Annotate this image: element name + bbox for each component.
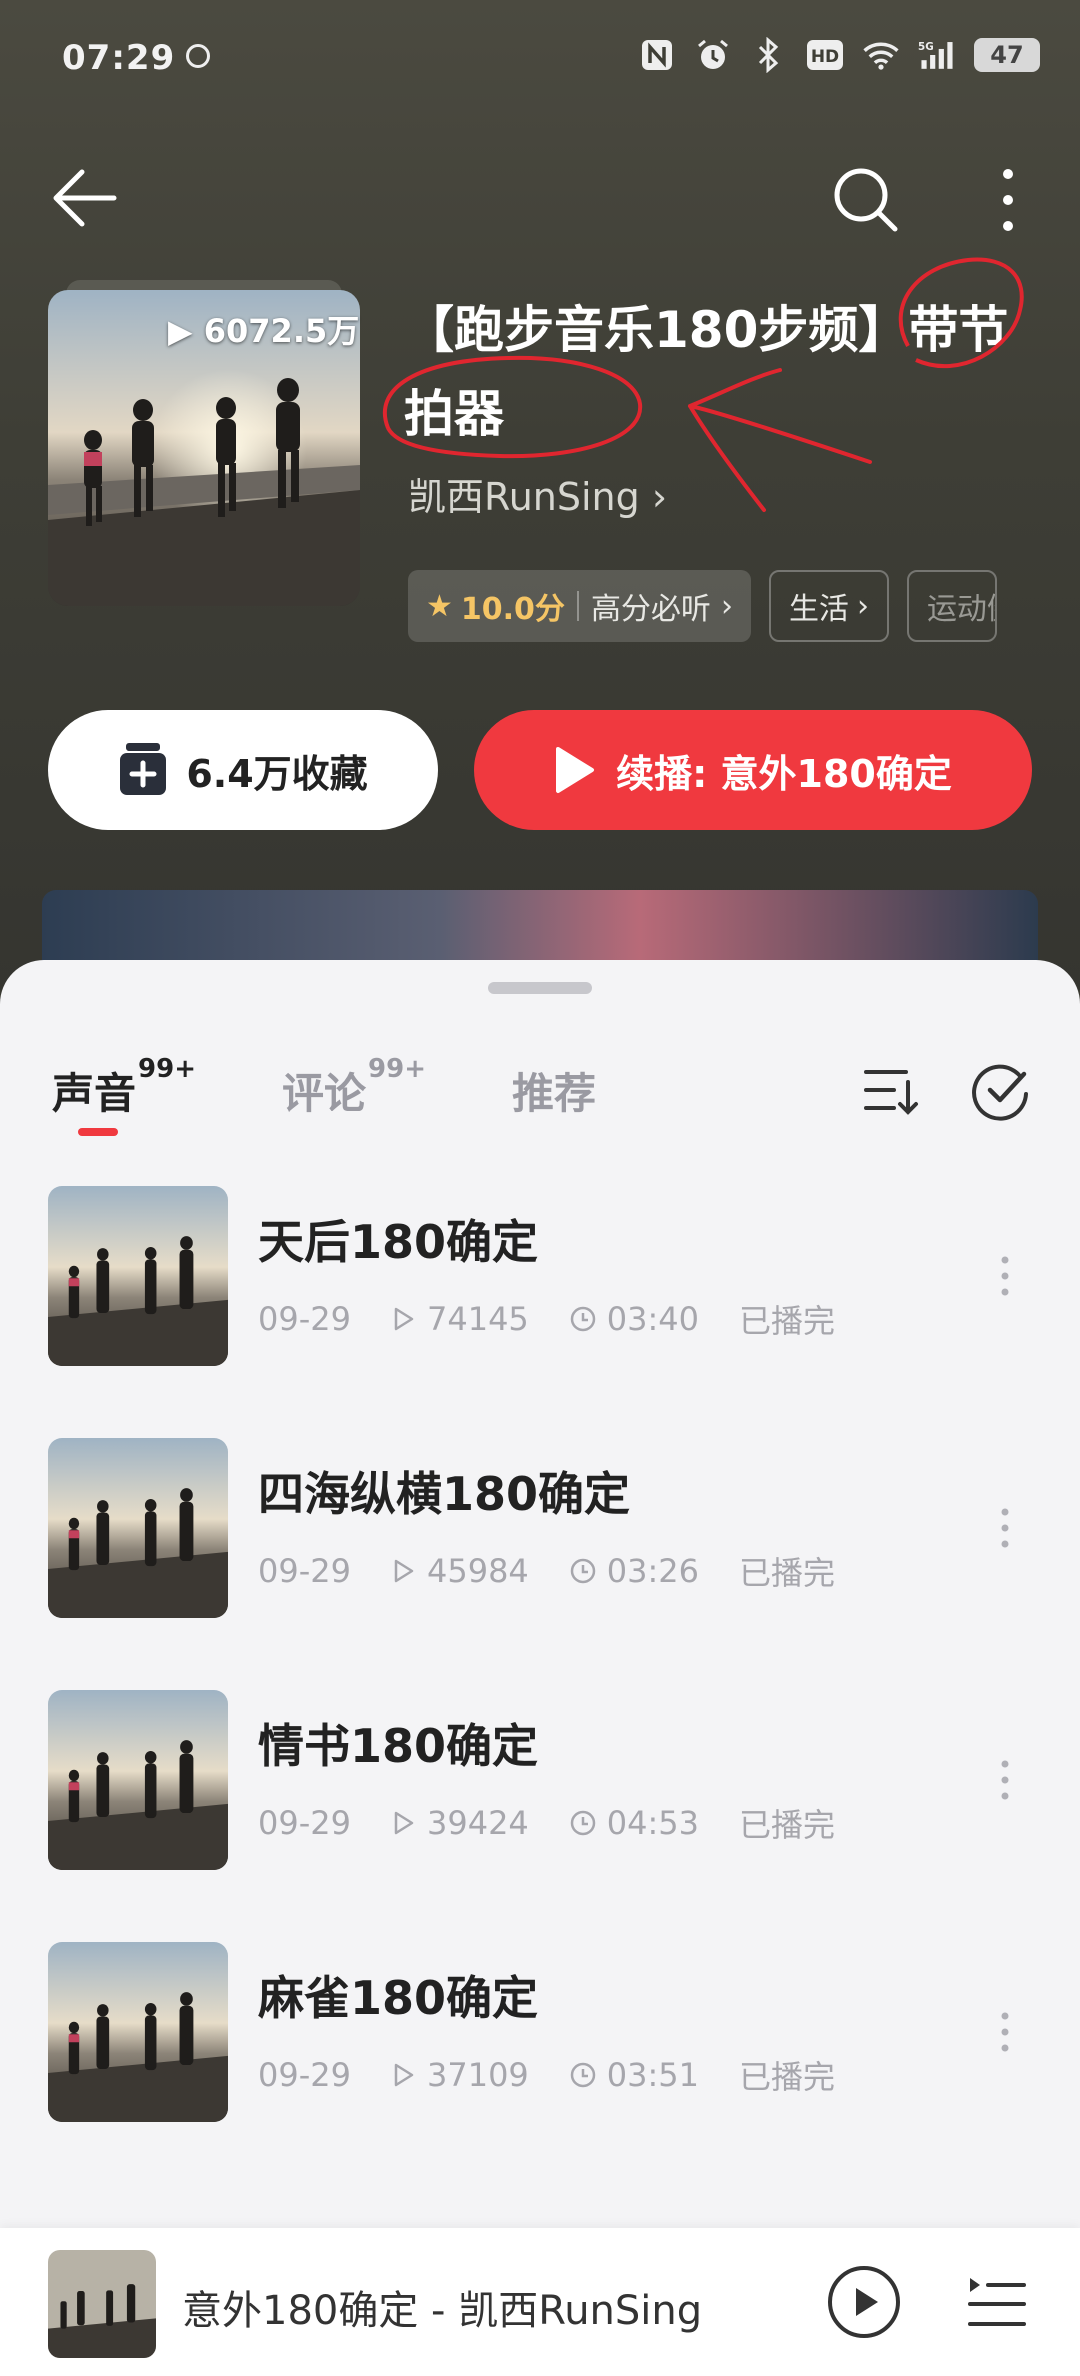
track-thumb (48, 1438, 228, 1618)
track-more-button[interactable] (990, 1498, 1020, 1558)
track-meta: 09-29 39424 04:53 已播完 (258, 1800, 835, 1846)
tab-badge: 99+ (138, 1054, 196, 1084)
runners-image (48, 1438, 228, 1618)
tab-label: 声音 (52, 1069, 137, 1118)
add-collection-icon (120, 743, 167, 795)
track-thumb (48, 1186, 228, 1366)
track-title: 麻雀180确定 (258, 1971, 539, 2025)
track-title: 四海纵横180确定 (258, 1467, 631, 1521)
track-more-button[interactable] (990, 2002, 1020, 2062)
track-title: 情书180确定 (258, 1719, 539, 1773)
clock-icon (570, 2062, 596, 2088)
play-count-icon (394, 1811, 414, 1835)
clock-icon (570, 1810, 596, 1836)
sort-icon (864, 1070, 918, 1115)
check-circle-icon (972, 1064, 1028, 1121)
playlist-button[interactable] (966, 2272, 1028, 2332)
track-duration: 03:40 (606, 1300, 699, 1338)
mini-player[interactable]: 意外180确定 - 凯西RunSing (0, 2228, 1080, 2376)
track-more-button[interactable] (990, 1750, 1020, 1810)
now-playing-thumb (48, 2250, 156, 2358)
play-count-icon (394, 1559, 414, 1583)
mini-play-button[interactable] (826, 2264, 902, 2340)
track-row[interactable]: 麻雀180确定 09-29 37109 03:51 已播完 (0, 1942, 1080, 2194)
clock-icon (570, 1558, 596, 1584)
track-sheet: 声音99+ 评论99+ 推荐 天后180确定 09-29 74145 03:40 已播完… (0, 960, 1080, 2376)
track-date: 09-29 (258, 2056, 351, 2094)
track-title: 天后180确定 (258, 1215, 539, 1269)
playlist-icon (968, 2278, 1026, 2326)
more-vertical-icon (1001, 1508, 1009, 1548)
track-plays: 45984 (426, 1552, 529, 1590)
tab-comments[interactable]: 评论99+ (282, 1054, 426, 1121)
track-row[interactable]: 情书180确定 09-29 39424 04:53 已播完 (0, 1690, 1080, 1942)
track-date: 09-29 (258, 1300, 351, 1338)
tab-sounds[interactable]: 声音99+ (52, 1054, 196, 1121)
runners-image (48, 1186, 228, 1366)
track-row[interactable]: 四海纵横180确定 09-29 45984 03:26 已播完 (0, 1438, 1080, 1690)
track-list: 天后180确定 09-29 74145 03:40 已播完 四海纵横180确定 09-29 4… (0, 1186, 1080, 2194)
play-count-icon (394, 2063, 414, 2087)
track-plays: 37109 (426, 2056, 529, 2094)
track-meta: 09-29 45984 03:26 已播完 (258, 1548, 835, 1594)
track-meta: 09-29 74145 03:40 已播完 (258, 1296, 835, 1342)
track-duration: 03:26 (606, 1552, 699, 1590)
tab-bar: 声音99+ 评论99+ 推荐 (0, 960, 1080, 1160)
clock-icon (570, 1306, 596, 1332)
tab-label: 推荐 (512, 1069, 597, 1118)
track-status: 已播完 (739, 1806, 836, 1844)
active-tab-indicator (78, 1128, 118, 1136)
now-playing-title: 意外180确定 - 凯西RunSing (182, 2288, 703, 2334)
more-vertical-icon (1001, 2012, 1009, 2052)
track-more-button[interactable] (990, 1246, 1020, 1306)
batch-select-button[interactable] (970, 1060, 1032, 1122)
track-thumb (48, 1942, 228, 2122)
more-vertical-icon (1001, 1760, 1009, 1800)
favorite-button[interactable]: 6.4万收藏 (48, 710, 438, 830)
continue-play-button[interactable]: 续播: 意外180确定 (474, 710, 1032, 830)
track-date: 09-29 (258, 1552, 351, 1590)
track-duration: 03:51 (606, 2056, 699, 2094)
tab-recommend[interactable]: 推荐 (512, 1060, 596, 1121)
track-status: 已播完 (739, 2058, 836, 2096)
favorite-label: 6.4万收藏 (186, 751, 368, 796)
red-annotation-marks (382, 257, 1024, 512)
track-status: 已播完 (739, 1302, 836, 1340)
track-meta: 09-29 37109 03:51 已播完 (258, 2052, 835, 2098)
track-date: 09-29 (258, 1804, 351, 1842)
more-vertical-icon (1001, 1256, 1009, 1296)
play-circle-icon (828, 2266, 900, 2338)
tab-badge: 99+ (368, 1054, 426, 1084)
sort-button[interactable] (862, 1060, 922, 1120)
track-duration: 04:53 (606, 1804, 699, 1842)
runners-image (48, 2250, 156, 2358)
continue-label: 续播: 意外180确定 (616, 751, 952, 796)
track-plays: 39424 (426, 1804, 529, 1842)
track-row[interactable]: 天后180确定 09-29 74145 03:40 已播完 (0, 1186, 1080, 1438)
track-plays: 74145 (426, 1300, 529, 1338)
play-count-icon (394, 1307, 414, 1331)
tab-label: 评论 (282, 1069, 367, 1118)
track-thumb (48, 1690, 228, 1870)
play-icon (556, 747, 595, 793)
runners-image (48, 1942, 228, 2122)
runners-image (48, 1690, 228, 1870)
track-status: 已播完 (739, 1554, 836, 1592)
